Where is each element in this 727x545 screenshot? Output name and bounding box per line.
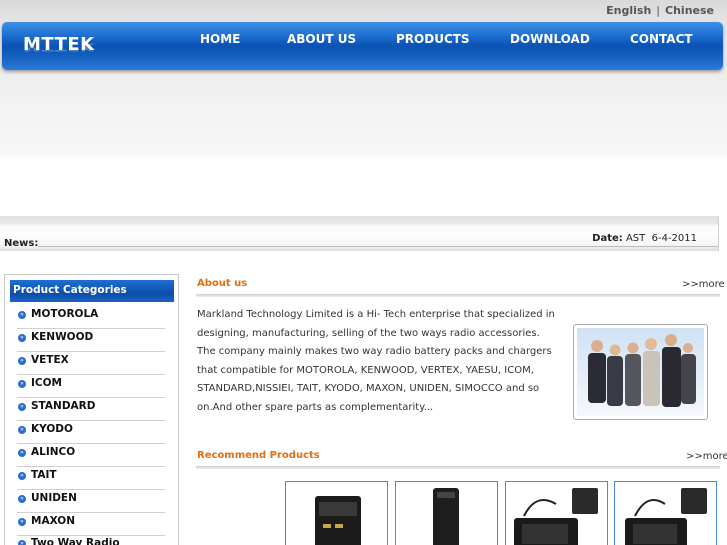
about-more-link[interactable]: >>more [682,279,725,290]
battery-image [433,488,459,545]
battery-image [315,496,361,545]
category-label: TAIT [31,469,57,481]
category-label: ICOM [31,377,62,389]
lang-separator: | [656,4,661,17]
category-label: KENWOOD [31,331,94,343]
category-vetex[interactable]: » VETEX [17,352,165,375]
category-maxon[interactable]: » MAXON [17,513,165,536]
arrow-right-icon: » [18,472,26,480]
news-label: News: [4,238,39,249]
arrow-right-icon: » [18,495,26,503]
charger-image [514,488,598,545]
arrow-right-icon: » [18,540,26,545]
category-label: VETEX [31,354,69,366]
nav-home[interactable]: HOME [200,32,240,46]
category-uniden[interactable]: » UNIDEN [17,490,165,513]
charger-image [625,488,707,545]
category-label: MOTOROLA [31,308,99,320]
arrow-right-icon: » [18,449,26,457]
product-thumb-battery-1[interactable] [285,481,388,545]
team-photo [573,324,708,420]
category-label: MAXON [31,515,76,527]
product-thumb-battery-2[interactable] [395,481,498,545]
section-divider [196,294,720,297]
about-description: Markland Technology Limited is a Hi- Tec… [197,309,555,413]
category-tait[interactable]: » TAIT [17,467,165,490]
product-thumb-charger-2[interactable] [614,481,717,545]
date-label: Date: [592,233,623,244]
category-kenwood[interactable]: » KENWOOD [17,329,165,352]
product-categories-panel: Product Categories » MOTOROLA » KENWOOD » V… [4,274,179,545]
nav-download[interactable]: DOWNLOAD [510,32,590,46]
arrow-right-icon: » [18,403,26,411]
team-photo-image [577,328,704,416]
nav-contact[interactable]: CONTACT [630,32,693,46]
categories-title: Product Categories [10,280,174,302]
nav-about-us[interactable]: ABOUT US [287,32,356,46]
arrow-right-icon: » [18,334,26,342]
arrow-right-icon: » [18,311,26,319]
news-ticker [38,246,718,247]
date-display: Date: AST 6-4-2011 [592,233,697,244]
recommend-products-title: Recommend Products [197,450,320,461]
language-switcher: English | Chinese [605,4,715,17]
section-divider [196,466,720,469]
category-standard[interactable]: » STANDARD [17,398,165,421]
date-value: AST 6-4-2011 [625,233,697,244]
about-us-title: About us [197,278,248,289]
logo-reflection: MTTEK [23,40,95,53]
nav-products[interactable]: PRODUCTS [396,32,470,46]
category-icom[interactable]: » ICOM [17,375,165,398]
category-label: KYODO [31,423,73,435]
recommend-more-link[interactable]: >>more [686,451,727,462]
chinese-link[interactable]: Chinese [665,4,714,17]
arrow-right-icon: » [18,518,26,526]
arrow-right-icon: » [18,380,26,388]
category-label: UNIDEN [31,492,77,504]
category-motorola[interactable]: » MOTOROLA [17,306,165,329]
product-thumb-charger-1[interactable] [505,481,608,545]
category-label: STANDARD [31,400,96,412]
category-alinco[interactable]: » ALINCO [17,444,165,467]
main-navbar: MTTEK MTTEK HOME ABOUT US PRODUCTS DOWNL… [2,22,723,70]
arrow-right-icon: » [18,357,26,365]
category-label: ALINCO [31,446,76,458]
category-label: Two Way Radio [31,537,120,545]
english-link[interactable]: English [606,4,651,17]
arrow-right-icon: » [18,426,26,434]
category-kyodo[interactable]: » KYODO [17,421,165,444]
category-two-way-radio[interactable]: » Two Way Radio [17,535,165,545]
